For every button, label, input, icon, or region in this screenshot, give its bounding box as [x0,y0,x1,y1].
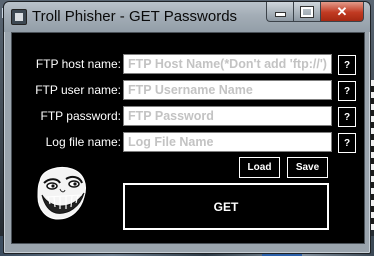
window-controls: ✕ [266,2,364,22]
ftp-user-row: FTP user name: ? [12,80,364,102]
ftp-host-input[interactable] [123,54,332,74]
log-file-input[interactable] [123,132,332,152]
ftp-host-label: FTP host name: [35,57,121,71]
save-button[interactable]: Save [287,157,328,178]
ftp-password-row: FTP password: ? [12,106,364,128]
ftp-user-help-button[interactable]: ? [338,81,356,101]
ftp-password-label: FTP password: [40,109,121,123]
get-button[interactable]: GET [123,183,329,230]
title-bar[interactable]: Troll Phisher - GET Passwords ✕ [4,2,370,32]
close-button[interactable]: ✕ [320,2,364,22]
maximize-button[interactable] [293,2,320,22]
log-file-row: Log file name: ? [12,132,364,154]
window-title: Troll Phisher - GET Passwords [32,8,238,25]
maximize-icon [300,5,314,18]
ftp-password-help-button[interactable]: ? [338,107,356,127]
log-file-label: Log file name: [45,135,121,149]
load-button[interactable]: Load [239,157,280,178]
log-file-help-button[interactable]: ? [338,133,356,153]
close-icon: ✕ [336,3,348,19]
ftp-user-input[interactable] [123,80,332,100]
form-panel: FTP host name: ? FTP user name: ? FTP pa… [11,32,365,244]
ftp-host-help-button[interactable]: ? [338,55,356,75]
ftp-password-input[interactable] [123,106,332,126]
app-icon [11,9,27,25]
minimize-icon [274,12,286,17]
ftp-user-label: FTP user name: [35,83,121,97]
ftp-host-row: FTP host name: ? [12,54,364,76]
minimize-button[interactable] [266,2,293,22]
app-window: Troll Phisher - GET Passwords ✕ FTP host… [3,1,371,254]
troll-face-icon [37,167,86,220]
